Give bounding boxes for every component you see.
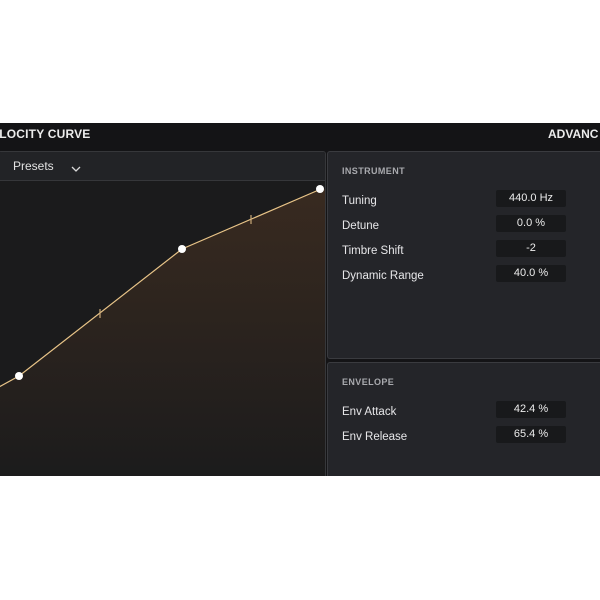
presets-label: Presets xyxy=(13,159,54,173)
velocity-curve-editor: ELOCITY CURVE ADVANC Presets INSTRUMENT … xyxy=(0,123,600,476)
env-release-label: Env Release xyxy=(342,431,408,443)
tuning-label: Tuning xyxy=(342,195,377,207)
detune-value-field[interactable]: 0.0 % xyxy=(496,215,566,232)
detune-label: Detune xyxy=(342,220,380,232)
chevron-down-icon xyxy=(71,160,81,178)
dynamic-range-label: Dynamic Range xyxy=(342,270,424,282)
envelope-panel: ENVELOPE Env Attack 42.4 % Env Release 6… xyxy=(327,362,600,476)
velocity-curve-title: ELOCITY CURVE xyxy=(0,127,91,141)
env-attack-value-field[interactable]: 42.4 % xyxy=(496,401,566,418)
timbre-shift-label: Timbre Shift xyxy=(342,245,404,257)
instrument-panel: INSTRUMENT Tuning 440.0 Hz Detune 0.0 % … xyxy=(327,151,600,359)
curve-point-handle[interactable] xyxy=(316,185,324,193)
advanced-title: ADVANC xyxy=(548,127,599,141)
presets-dropdown[interactable]: Presets xyxy=(0,152,325,181)
timbre-shift-value-field[interactable]: -2 xyxy=(496,240,566,257)
envelope-section-title: ENVELOPE xyxy=(342,377,395,387)
dynamic-range-value-field[interactable]: 40.0 % xyxy=(496,265,566,282)
curve-panel: Presets xyxy=(0,151,326,476)
env-release-value-field[interactable]: 65.4 % xyxy=(496,426,566,443)
curve-point-handle[interactable] xyxy=(178,245,186,253)
curve-point-handle[interactable] xyxy=(15,372,23,380)
velocity-curve-graph[interactable] xyxy=(0,181,325,476)
instrument-section-title: INSTRUMENT xyxy=(342,166,405,176)
curve-fill-area xyxy=(0,189,325,476)
tuning-value-field[interactable]: 440.0 Hz xyxy=(496,190,566,207)
env-attack-label: Env Attack xyxy=(342,406,397,418)
